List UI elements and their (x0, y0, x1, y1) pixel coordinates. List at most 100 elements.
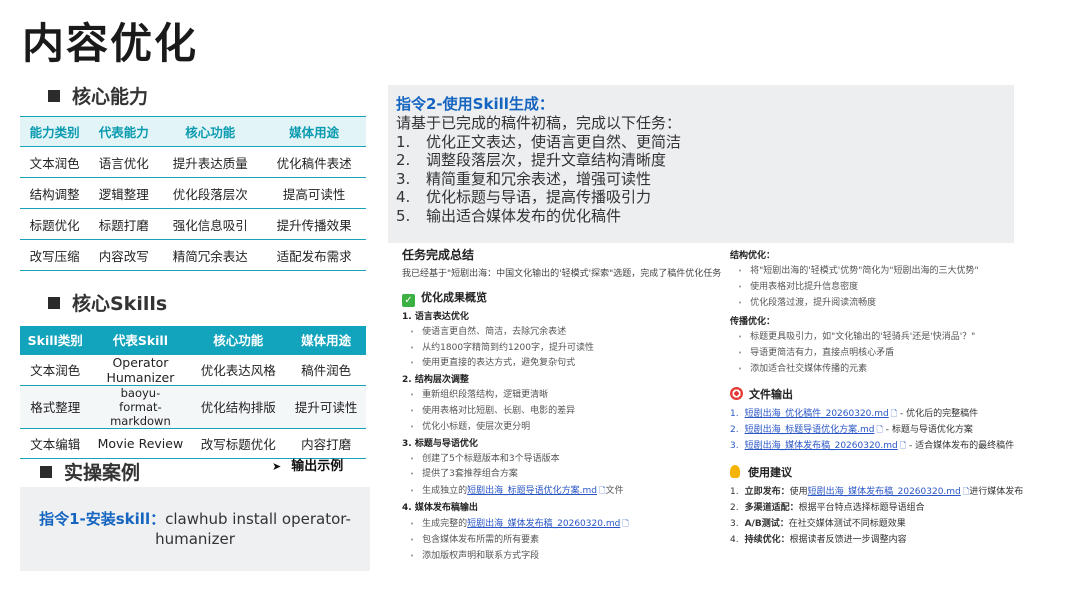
table-cell: 提升传播效果 (262, 208, 366, 240)
advice-text: 根据读者反馈进一步调整内容 (789, 534, 907, 545)
result-summary: 我已经基于"短剧出海：中国文化输出的'轻模式'探索"选题，完成了稿件优化任务 (402, 269, 722, 279)
file-desc: - 标题与导语优化方案 (882, 424, 973, 435)
list-item: 1. 短剧出海_优化稿件_20260320.md 🗋 - 优化后的完整稿件 (730, 406, 1060, 422)
file-link[interactable]: 短剧出海_媒体发布稿_20260320.md (467, 519, 620, 529)
item-number: 3. (730, 440, 739, 451)
files-title: 文件输出 (749, 387, 793, 401)
result-left-column: 任务完成总结 我已经基于"短剧出海：中国文化输出的'轻模式'探索"选题，完成了稿… (402, 243, 732, 564)
advice-text: 在社交媒体测试不同标题效果 (788, 518, 906, 529)
table-cell: 提高可读性 (262, 177, 366, 209)
item-number: 2. (396, 151, 411, 170)
list-item: 优化段落过渡，提升阅读流畅度 (730, 296, 1060, 312)
file-link[interactable]: 短剧出海_标题导语优化方案.md (745, 425, 875, 435)
item-number: 1. (396, 132, 411, 151)
table-cell: 适配发布需求 (262, 239, 366, 271)
table-cell: 文本润色 (20, 146, 90, 178)
file-link[interactable]: 短剧出海_媒体发布稿_20260320.md (808, 487, 961, 497)
advice-key: A/B测试： (744, 518, 789, 529)
section-heading-label: 核心Skills (72, 293, 168, 315)
overview-title: 优化成果概览 (421, 290, 487, 304)
text-prefix: 生成独立的 (422, 486, 468, 497)
advice-key: 持续优化： (744, 534, 790, 545)
section-heading-label: 实操案例 (64, 462, 141, 484)
file-link[interactable]: 短剧出海_优化稿件_20260320.md (745, 409, 889, 419)
spread-title: 传播优化： (730, 317, 776, 328)
table-row: 格式整理 baoyu-format-markdown 优化结构排版 提升可读性 (20, 385, 366, 429)
table-cell: 结构调整 (20, 177, 90, 209)
list-item: 创建了5个标题版本和3个导语版本 (402, 452, 732, 468)
section-heading-label: 核心能力 (72, 86, 149, 108)
table-cell: 优化结构排版 (190, 385, 287, 429)
list-item: 重新组织段落结构，逻辑更清晰 (402, 388, 732, 404)
list-item: 3. 精简重复和冗余表述，增强可读性 (396, 170, 1006, 189)
list-item: 使用更直接的表达方式，避免复杂句式 (402, 356, 732, 372)
table-cell: 优化表达风格 (190, 354, 287, 386)
item-number: 1. (730, 486, 739, 497)
table-cell: 提升表达质量 (158, 146, 263, 178)
item-number: 3. (396, 169, 411, 188)
arrow-right-icon: ➤ (272, 460, 282, 473)
capability-table: 能力类别 代表能力 核心功能 媒体用途 文本润色 语言优化 提升表达质量 优化稿… (20, 116, 366, 271)
advice-title: 使用建议 (748, 465, 792, 479)
table-header: 核心功能 (158, 116, 263, 147)
section-title: 3. 标题与导语优化 (402, 438, 478, 449)
item-number: 3. (730, 518, 739, 529)
table-header: 能力类别 (20, 116, 90, 147)
command1-label: 指令1-安装skill： (39, 510, 166, 528)
overview-heading: ✓ 优化成果概览 (402, 289, 732, 307)
target-icon (730, 386, 743, 400)
document-icon: 🗋 (622, 518, 629, 528)
structure-title: 结构优化： (730, 251, 776, 261)
list-item: 标题更具吸引力，如"文化输出的'轻骑兵'还是'快消品'？" (730, 330, 1060, 346)
list-item: 导语更简洁有力，直接点明核心矛盾 (730, 346, 1060, 362)
table-header: 代表能力 (89, 116, 159, 147)
advice-key: 多渠道适配： (744, 502, 799, 513)
command2-intro: 请基于已完成的稿件初稿，完成以下任务： (396, 114, 682, 132)
files-heading: 文件输出 (730, 386, 1060, 404)
list-item: 1. 优化正文表达，使语言更自然、更简洁 (396, 133, 1006, 152)
table-cell: 文本润色 (20, 354, 91, 386)
list-item: 优化小标题，使层次更分明 (402, 420, 732, 436)
item-number: 5. (396, 206, 411, 225)
table-cell: 稿件润色 (286, 354, 366, 386)
list-item: 添加适合社交媒体传播的元素 (730, 362, 1060, 378)
advice-text: 根据平台特点选择标题导语组合 (798, 502, 925, 513)
item-text: 调整段落层次，提升文章结构清晰度 (426, 151, 667, 170)
file-link[interactable]: 短剧出海_标题导语优化方案.md (467, 486, 597, 496)
command2-label: 指令2-使用Skill生成： (396, 95, 554, 113)
list-item: 3. 短剧出海_媒体发布稿_20260320.md 🗋 - 适合媒体发布的最终稿件 (730, 438, 1060, 454)
command1-box: 指令1-安装skill：clawhub install operator-hum… (20, 487, 370, 571)
advice-key: 立即发布： (744, 486, 790, 497)
advice-text-suffix: 进行媒体发布 (969, 486, 1024, 497)
output-example-text: 输出示例 (291, 459, 344, 474)
command1-text: 指令1-安装skill：clawhub install operator-hum… (32, 509, 358, 549)
table-cell: 标题打磨 (89, 208, 159, 240)
table-row: 标题优化 标题打磨 强化信息吸引 提升传播效果 (20, 208, 366, 240)
list-item: 从约1800字精简到约1200字，提升可读性 (402, 341, 732, 357)
item-number: 4. (730, 534, 739, 545)
list-item: 使用表格对比提升信息密度 (730, 280, 1060, 296)
table-cell: 提升可读性 (286, 385, 366, 429)
advice-heading: 使用建议 (730, 464, 1060, 482)
file-link[interactable]: 短剧出海_媒体发布稿_20260320.md (745, 441, 898, 451)
section-heading-case: 实操案例 (40, 458, 140, 485)
command2-box: 指令2-使用Skill生成： 请基于已完成的稿件初稿，完成以下任务： 1. 优化正… (388, 85, 1014, 243)
list-item: 2. 多渠道适配：根据平台特点选择标题导语组合 (730, 500, 1060, 516)
list-item: 添加版权声明和联系方式字段 (402, 549, 732, 565)
item-text: 精简重复和冗余表述，增强可读性 (426, 169, 652, 188)
table-cell: 内容改写 (89, 239, 159, 271)
table-cell: 格式整理 (20, 385, 91, 429)
list-item: 使语言更自然、简洁，去除冗余表述 (402, 325, 732, 341)
item-text: 优化标题与导语，提高传播吸引力 (426, 188, 652, 207)
file-desc: - 适合媒体发布的最终稿件 (906, 440, 1015, 451)
file-desc: - 优化后的完整稿件 (897, 408, 979, 419)
lightbulb-icon (730, 464, 740, 478)
table-cell: 逻辑整理 (89, 177, 159, 209)
table-cell: Operator Humanizer (90, 354, 191, 386)
section-title: 1. 语言表达优化 (402, 311, 469, 322)
item-number: 4. (396, 188, 411, 207)
advice-text: 使用 (789, 486, 808, 497)
list-item: 将"短剧出海的'轻模式'优势"简化为"短剧出海的三大优势" (730, 264, 1060, 280)
command1-value: clawhub install operator-humanizer (155, 510, 351, 548)
item-text: 优化正文表达，使语言更自然、更简洁 (426, 132, 682, 151)
